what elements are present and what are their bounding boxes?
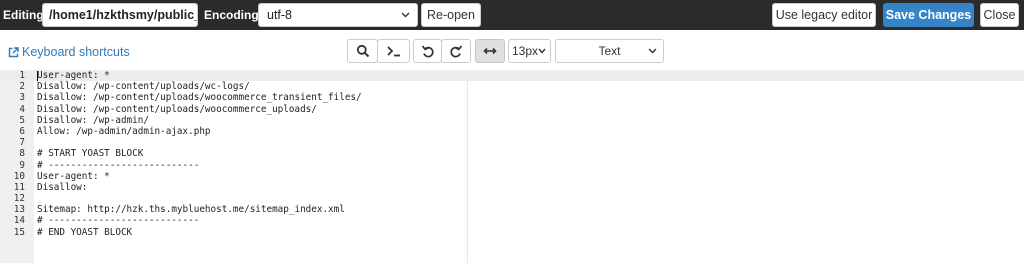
line-number: 14 bbox=[13, 215, 25, 227]
chevron-down-icon bbox=[538, 48, 546, 54]
line-number: 3 bbox=[19, 92, 25, 104]
editing-label: Editing: bbox=[3, 8, 48, 22]
word-wrap-toggle[interactable] bbox=[475, 39, 505, 63]
line-number: 6 bbox=[19, 125, 25, 137]
code-line[interactable]: 2 Disallow: /wp-content/uploads/wc-logs/ bbox=[0, 81, 1024, 92]
chevron-down-icon bbox=[401, 12, 410, 18]
external-link-icon bbox=[8, 47, 19, 58]
mode-value: Text bbox=[598, 44, 621, 58]
line-text[interactable]: Disallow: /wp-content/uploads/woocommerc… bbox=[37, 104, 317, 115]
line-text[interactable]: # --------------------------- bbox=[37, 160, 199, 171]
code-line[interactable]: 3 Disallow: /wp-content/uploads/woocommer… bbox=[0, 92, 1024, 103]
keyboard-shortcuts-label: Keyboard shortcuts bbox=[22, 45, 130, 59]
code-line[interactable]: 1 User-agent: * bbox=[0, 70, 1024, 82]
line-text[interactable]: User-agent: * bbox=[37, 70, 110, 81]
line-number: 12 bbox=[13, 193, 25, 205]
line-number: 1 bbox=[19, 70, 25, 81]
undo-icon bbox=[421, 45, 434, 58]
code-line[interactable]: 12 bbox=[0, 193, 1024, 204]
keyboard-shortcuts-link[interactable]: Keyboard shortcuts bbox=[8, 44, 130, 60]
encoding-select[interactable]: utf-8 bbox=[258, 3, 418, 27]
font-size-value: 13px bbox=[512, 44, 539, 58]
code-line[interactable]: 13 Sitemap: http://hzk.ths.mybluehost.me/… bbox=[0, 204, 1024, 215]
code-lines[interactable]: 1 User-agent: * 2 Disallow: /wp-content/upl… bbox=[0, 70, 1024, 238]
file-path-input[interactable]: /home1/hzkthsmy/public_ bbox=[42, 3, 198, 27]
goto-line-button[interactable] bbox=[377, 39, 410, 63]
line-number: 15 bbox=[13, 226, 25, 238]
line-number: 7 bbox=[19, 137, 25, 149]
line-text[interactable]: Disallow: /wp-admin/ bbox=[37, 115, 149, 126]
line-number: 5 bbox=[19, 114, 25, 126]
line-number: 11 bbox=[13, 181, 25, 193]
code-line[interactable]: 8 # START YOAST BLOCK bbox=[0, 148, 1024, 159]
line-text[interactable]: Allow: /wp-admin/admin-ajax.php bbox=[37, 126, 211, 137]
line-text[interactable]: Disallow: /wp-content/uploads/wc-logs/ bbox=[37, 81, 250, 92]
terminal-icon bbox=[386, 46, 400, 57]
search-button[interactable] bbox=[347, 39, 378, 63]
line-number: 13 bbox=[13, 204, 25, 216]
redo-button[interactable] bbox=[441, 39, 471, 63]
code-line[interactable]: 7 bbox=[0, 137, 1024, 148]
line-text[interactable]: # --------------------------- bbox=[37, 215, 199, 226]
line-number: 8 bbox=[19, 148, 25, 160]
line-text[interactable]: Disallow: bbox=[37, 182, 87, 193]
line-text[interactable]: Disallow: /wp-content/uploads/woocommerc… bbox=[37, 92, 362, 103]
use-legacy-editor-button[interactable]: Use legacy editor bbox=[772, 3, 876, 27]
close-button[interactable]: Close bbox=[980, 3, 1019, 27]
code-line[interactable]: 6 Allow: /wp-admin/admin-ajax.php bbox=[0, 126, 1024, 137]
code-line[interactable]: 5 Disallow: /wp-admin/ bbox=[0, 115, 1024, 126]
code-line[interactable]: 9 # --------------------------- bbox=[0, 160, 1024, 171]
line-number: 10 bbox=[13, 170, 25, 182]
save-changes-button[interactable]: Save Changes bbox=[883, 3, 974, 27]
search-icon bbox=[356, 44, 369, 58]
code-line[interactable]: 10 User-agent: * bbox=[0, 171, 1024, 182]
text-cursor bbox=[37, 71, 38, 81]
line-number: 9 bbox=[19, 159, 25, 171]
code-line[interactable]: 14 # --------------------------- bbox=[0, 215, 1024, 226]
encoding-label: Encoding: bbox=[204, 8, 263, 22]
mode-select[interactable]: Text bbox=[555, 39, 664, 63]
line-text[interactable]: # END YOAST BLOCK bbox=[37, 227, 132, 238]
reopen-button[interactable]: Re-open bbox=[421, 3, 481, 27]
redo-icon bbox=[450, 45, 463, 58]
line-number: 2 bbox=[19, 81, 25, 93]
word-wrap-icon bbox=[483, 47, 497, 55]
font-size-select[interactable]: 13px bbox=[508, 39, 551, 63]
undo-button[interactable] bbox=[413, 39, 442, 63]
code-line[interactable]: 15 # END YOAST BLOCK bbox=[0, 227, 1024, 238]
code-editor[interactable]: 1 User-agent: * 2 Disallow: /wp-content/upl… bbox=[0, 70, 1024, 263]
line-text[interactable]: # START YOAST BLOCK bbox=[37, 148, 143, 159]
code-line[interactable]: 4 Disallow: /wp-content/uploads/woocommer… bbox=[0, 104, 1024, 115]
line-text[interactable]: Sitemap: http://hzk.ths.mybluehost.me/si… bbox=[37, 204, 345, 215]
editor-topbar: Editing: /home1/hzkthsmy/public_ Encodin… bbox=[0, 0, 1024, 30]
editor-toolbar: Keyboard shortcuts 13px Text bbox=[0, 30, 1024, 70]
encoding-value: utf-8 bbox=[267, 8, 293, 22]
line-text[interactable]: User-agent: * bbox=[37, 171, 110, 182]
line-number: 4 bbox=[19, 103, 25, 115]
chevron-down-icon bbox=[648, 48, 657, 54]
code-line[interactable]: 11 Disallow: bbox=[0, 182, 1024, 193]
